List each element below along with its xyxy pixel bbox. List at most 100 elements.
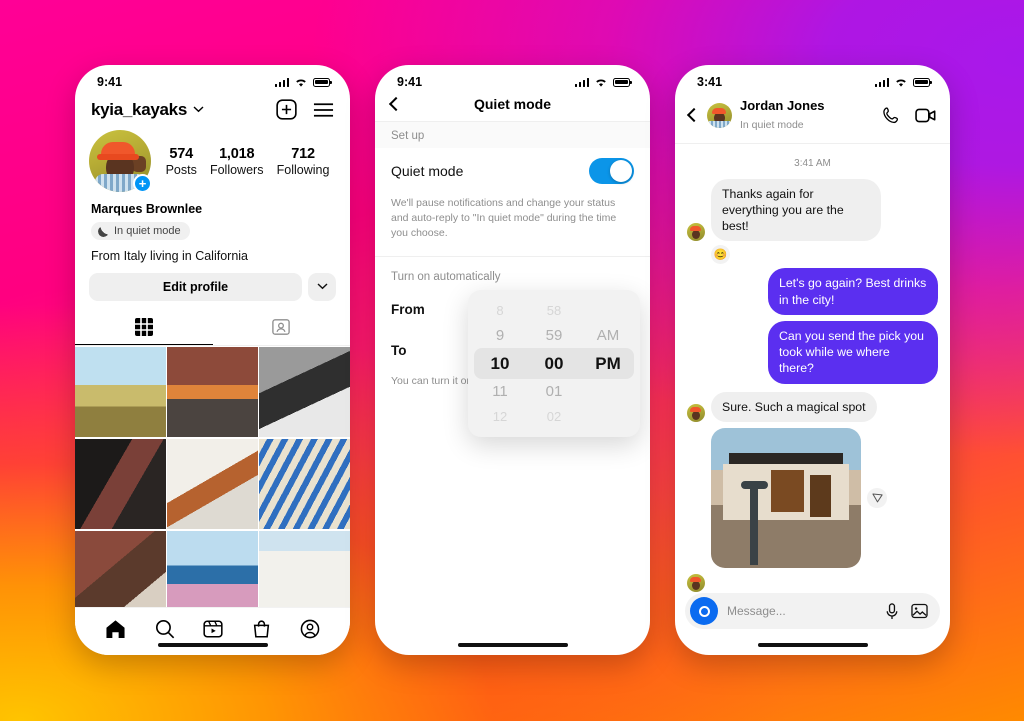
message-composer: Message... — [685, 593, 940, 629]
wifi-icon — [896, 78, 906, 87]
quiet-mode-badge: In quiet mode — [91, 222, 190, 240]
tagged-person-icon — [272, 319, 291, 335]
profile-stats-row: + 574 Posts 1,018 Followers 712 Followin… — [75, 130, 350, 193]
moon-icon — [96, 223, 111, 239]
profile-actions — [276, 99, 334, 120]
photo-grid — [75, 346, 350, 622]
profile-icon[interactable] — [300, 619, 320, 639]
stat-followers[interactable]: 1,018 Followers — [210, 146, 264, 177]
quiet-mode-row: Quiet mode — [375, 148, 650, 194]
home-indicator — [457, 643, 568, 647]
message-row: Thanks again for everything you are the … — [687, 178, 938, 242]
search-icon[interactable] — [155, 619, 175, 639]
stats-group: 574 Posts 1,018 Followers 712 Following — [151, 146, 336, 177]
quiet-mode-label: Quiet mode — [391, 163, 464, 179]
chat-timestamp: 3:41 AM — [794, 157, 831, 169]
status-time: 9:41 — [397, 75, 423, 89]
picker-item: 11 — [492, 382, 508, 400]
picker-column-meridiem[interactable]: AM PM — [589, 300, 627, 428]
chevron-down-icon — [317, 283, 327, 290]
message-bubble-incoming[interactable]: Thanks again for everything you are the … — [711, 178, 881, 242]
chevron-left-icon[interactable] — [388, 96, 404, 112]
stat-following[interactable]: 712 Following — [277, 146, 330, 177]
home-indicator — [757, 643, 868, 647]
profile-header: kyia_kayaks — [75, 93, 350, 130]
message-row-photo — [687, 427, 938, 568]
message-row: Let's go again? Best drinks in the city! — [687, 268, 938, 315]
stat-value: 712 — [291, 145, 315, 162]
profile-tabs — [75, 311, 350, 346]
add-story-badge[interactable]: + — [133, 174, 152, 193]
chevron-left-icon[interactable] — [686, 108, 702, 123]
video-camera-icon[interactable] — [915, 107, 936, 124]
tab-tagged[interactable] — [213, 311, 351, 345]
settings-nav-bar: Quiet mode — [375, 93, 650, 121]
profile-username-button[interactable]: kyia_kayaks — [91, 100, 204, 120]
hamburger-menu-icon[interactable] — [313, 102, 334, 118]
grid-cell[interactable] — [75, 438, 166, 530]
dm-contact-info[interactable]: Jordan Jones In quiet mode — [740, 97, 874, 134]
wifi-icon — [596, 78, 606, 87]
quiet-mode-helper-text: We'll pause notifications and change you… — [375, 194, 650, 257]
home-icon[interactable] — [105, 619, 126, 639]
status-icons — [274, 77, 332, 88]
quiet-mode-toggle[interactable] — [589, 158, 634, 184]
picker-column-hour[interactable]: 8 9 10 11 12 — [481, 300, 519, 428]
grid-cell[interactable] — [167, 438, 258, 530]
tab-grid[interactable] — [75, 311, 213, 345]
picker-item: 58 — [546, 302, 562, 318]
stat-value: 574 — [169, 145, 193, 162]
message-avatar — [687, 573, 705, 592]
phone-quiet-mode-settings: 9:41 Quiet mode Set up Quiet mode We'll … — [375, 65, 650, 655]
section-header-auto: Turn on automatically — [375, 256, 650, 289]
image-icon[interactable] — [911, 603, 928, 619]
dm-actions — [882, 106, 936, 125]
message-reaction[interactable]: 😊 — [711, 245, 730, 265]
picker-item: 01 — [545, 382, 563, 400]
status-bar: 9:41 — [375, 65, 650, 93]
grid-icon — [134, 317, 153, 336]
edit-profile-button[interactable]: Edit profile — [89, 272, 302, 301]
message-photo[interactable] — [711, 427, 861, 568]
dm-contact-status: In quiet mode — [740, 119, 804, 132]
stat-label: Posts — [165, 162, 197, 177]
cellular-signal-icon — [874, 77, 889, 87]
phone-icon[interactable] — [882, 106, 901, 125]
shop-icon[interactable] — [252, 619, 271, 639]
dm-avatar[interactable] — [707, 102, 732, 128]
picker-columns: 8 9 10 11 12 58 59 00 01 02 AM PM — [481, 300, 627, 428]
time-picker[interactable]: 8 9 10 11 12 58 59 00 01 02 AM PM — [468, 290, 640, 437]
battery-icon — [913, 77, 932, 87]
page-title: Quiet mode — [473, 96, 551, 112]
message-bubble-outgoing[interactable]: Let's go again? Best drinks in the city! — [768, 268, 938, 315]
quiet-mode-badge-label: In quiet mode — [114, 225, 181, 237]
grid-cell[interactable] — [259, 438, 350, 530]
picker-item-selected: 00 — [544, 353, 564, 373]
message-bubble-outgoing[interactable]: Can you send the pick you took while we … — [768, 320, 938, 384]
message-input[interactable]: Message... — [727, 604, 876, 618]
cellular-signal-icon — [274, 77, 289, 87]
grid-cell[interactable] — [167, 346, 258, 438]
reels-icon[interactable] — [203, 619, 224, 639]
message-bubble-incoming[interactable]: Sure. Such a magical spot — [711, 391, 877, 422]
stat-posts[interactable]: 574 Posts — [166, 146, 197, 177]
message-avatar — [687, 223, 705, 242]
picker-column-minute[interactable]: 58 59 00 01 02 — [535, 300, 573, 428]
avatar[interactable]: + — [89, 130, 152, 193]
picker-item: 59 — [545, 326, 563, 344]
grid-cell[interactable] — [259, 346, 350, 438]
share-message-icon[interactable] — [867, 487, 887, 508]
microphone-icon[interactable] — [885, 602, 899, 620]
picker-item: AM — [596, 326, 620, 344]
camera-icon[interactable] — [690, 597, 718, 625]
grid-cell[interactable] — [75, 346, 166, 438]
profile-display-name: Marques Brownlee — [91, 202, 203, 216]
battery-icon — [313, 77, 332, 87]
status-time: 3:41 — [697, 75, 723, 89]
profile-more-button[interactable] — [308, 272, 336, 301]
picker-item-selected: PM — [595, 353, 621, 373]
stat-label: Followers — [209, 162, 264, 177]
plus-box-icon[interactable] — [276, 99, 297, 120]
home-indicator — [157, 643, 268, 647]
composer-actions — [885, 602, 928, 620]
